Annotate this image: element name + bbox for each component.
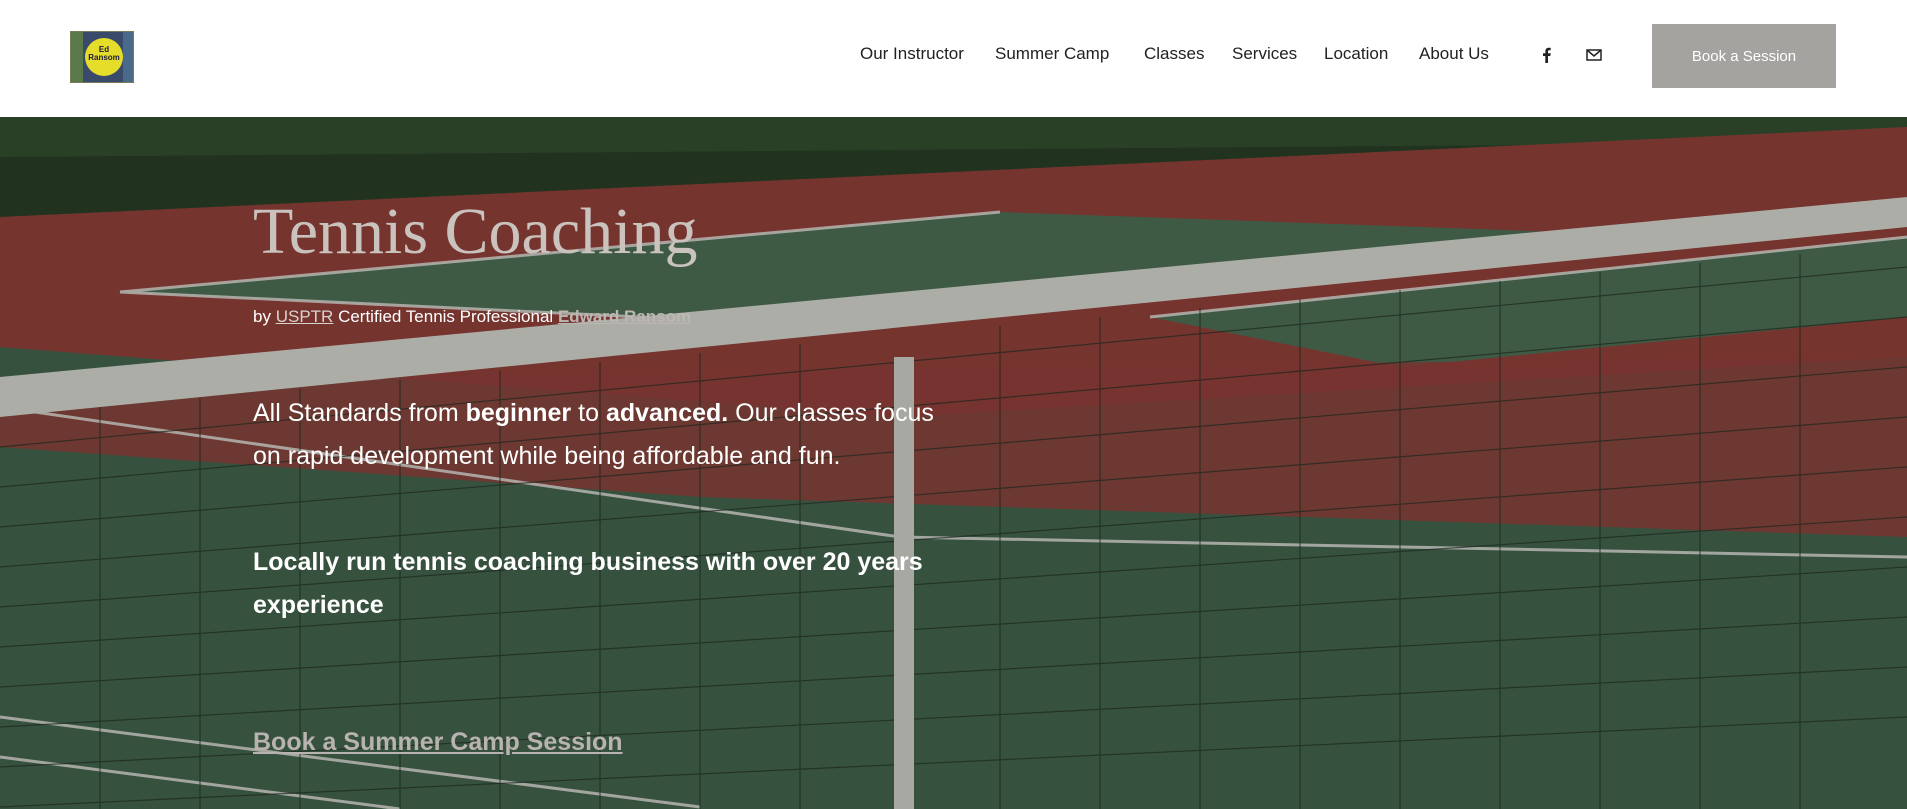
hero-title: Tennis Coaching (253, 195, 698, 268)
para-text-1: All Standards from (253, 399, 459, 427)
facebook-icon[interactable] (1538, 46, 1556, 64)
logo-text: Ed Ransom (88, 45, 120, 62)
logo[interactable]: Ed Ransom (70, 31, 134, 83)
nav-services[interactable]: Services (1232, 44, 1297, 64)
usptr-link[interactable]: USPTR (276, 307, 334, 326)
site-header: Ed Ransom Our Instructor Summer Camp Cla… (0, 0, 1907, 117)
hero-subtitle: by USPTR Certified Tennis Professional E… (253, 307, 691, 327)
hero-experience-line: Locally run tennis coaching business wit… (253, 548, 923, 619)
logo-strip-left (71, 32, 83, 82)
summer-camp-cta-link[interactable]: Book a Summer Camp Session (253, 728, 623, 757)
para-advanced: advanced. (605, 399, 729, 427)
book-session-button[interactable]: Book a Session (1652, 24, 1836, 88)
para-beginner: beginner (465, 399, 572, 427)
nav-about-us[interactable]: About Us (1419, 44, 1489, 64)
para-text-2: to (578, 399, 599, 427)
nav-location[interactable]: Location (1324, 44, 1388, 64)
nav-our-instructor[interactable]: Our Instructor (860, 44, 964, 64)
hero-description: All Standards from beginner to advanced.… (253, 392, 953, 478)
instructor-name-link[interactable]: Edward Ransom (558, 307, 691, 326)
sub-certified: Certified Tennis Professional (338, 307, 554, 326)
mail-icon[interactable] (1585, 46, 1603, 64)
hero-section: Tennis Coaching by USPTR Certified Tenni… (0, 117, 1907, 809)
nav-classes[interactable]: Classes (1144, 44, 1204, 64)
nav-summer-camp[interactable]: Summer Camp (995, 44, 1109, 64)
sub-by: by (253, 307, 271, 326)
